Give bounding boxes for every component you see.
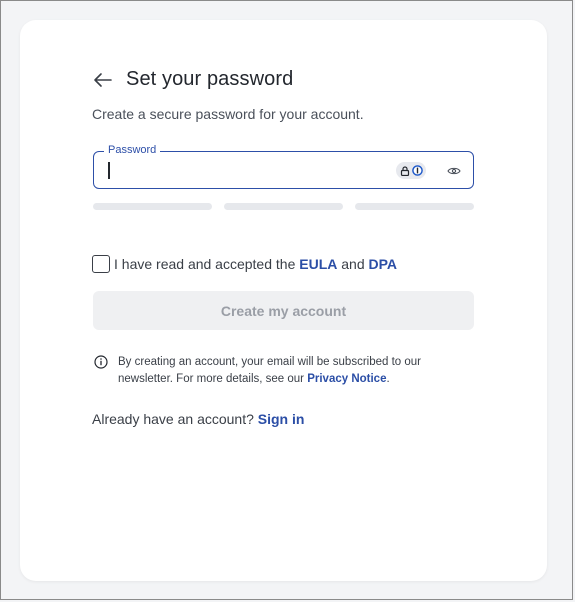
signin-prompt: Already have an account? bbox=[92, 411, 258, 427]
terms-text: I have read and accepted the bbox=[114, 256, 300, 272]
password-input[interactable]: Password bbox=[93, 143, 474, 189]
page-title: Set your password bbox=[126, 68, 294, 90]
notice-suffix: . bbox=[386, 372, 390, 385]
terms-row: I have read and accepted the EULA and DP… bbox=[92, 255, 397, 273]
eula-link[interactable]: EULA bbox=[299, 256, 337, 272]
text-caret bbox=[108, 162, 110, 179]
notice-text: By creating an account, your email will … bbox=[118, 354, 464, 387]
terms-and-text: and bbox=[337, 256, 369, 272]
eye-icon[interactable] bbox=[446, 163, 462, 179]
page-subtitle: Create a secure password for your accoun… bbox=[92, 106, 364, 122]
privacy-notice-link[interactable]: Privacy Notice bbox=[307, 373, 386, 385]
terms-checkbox[interactable] bbox=[92, 255, 110, 273]
newsletter-notice: By creating an account, your email will … bbox=[94, 354, 464, 387]
create-account-button[interactable]: Create my account bbox=[93, 291, 474, 330]
signin-link[interactable]: Sign in bbox=[258, 411, 305, 427]
signin-row: Already have an account? Sign in bbox=[92, 411, 304, 427]
back-arrow-icon[interactable] bbox=[92, 69, 114, 91]
password-manager-icon[interactable] bbox=[396, 162, 426, 179]
browser-frame: Set your password Create a secure passwo… bbox=[0, 0, 573, 600]
signup-card: Set your password Create a secure passwo… bbox=[20, 20, 547, 581]
info-icon bbox=[94, 355, 108, 369]
password-strength-meter bbox=[93, 203, 474, 210]
strength-segment bbox=[93, 203, 212, 210]
strength-segment bbox=[224, 203, 343, 210]
password-label: Password bbox=[104, 143, 161, 157]
dpa-link[interactable]: DPA bbox=[369, 256, 398, 272]
header: Set your password bbox=[92, 68, 293, 91]
strength-segment bbox=[355, 203, 474, 210]
